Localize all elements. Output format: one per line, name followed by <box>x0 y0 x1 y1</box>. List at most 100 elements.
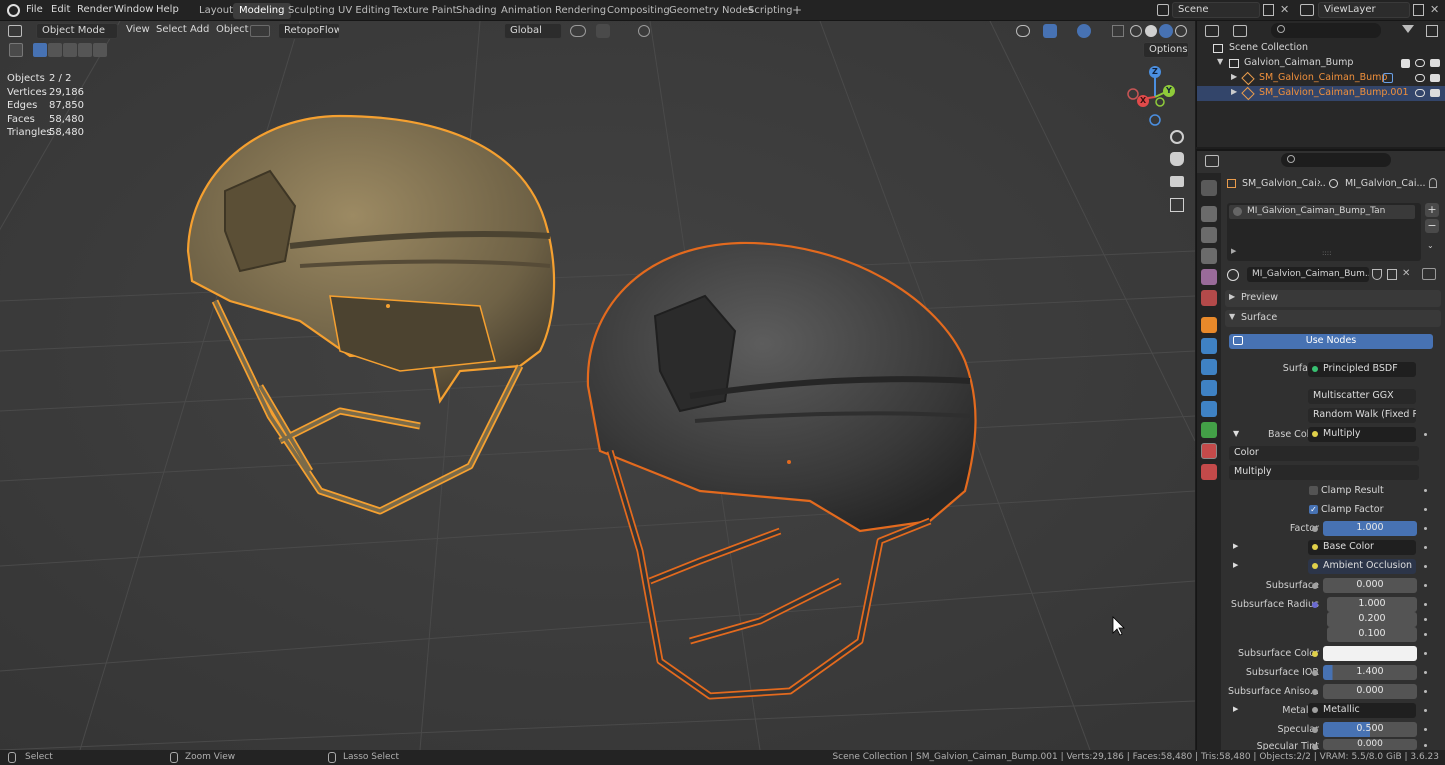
a-input-field[interactable]: Base Color <box>1308 540 1416 555</box>
unlink-material-icon[interactable]: ✕ <box>1402 268 1410 279</box>
pin-icon[interactable] <box>1429 178 1437 188</box>
new-view-layer-icon[interactable] <box>1413 4 1424 16</box>
properties-search-input[interactable] <box>1281 153 1391 167</box>
surface-shader-field[interactable]: Principled BSDF <box>1308 362 1416 377</box>
expand-arrow-icon[interactable]: ▼ <box>1217 57 1223 66</box>
select-mode-intersect-icon[interactable] <box>93 43 107 57</box>
subsurface-radius-x[interactable]: 1.000 <box>1327 597 1417 612</box>
specular-slider[interactable]: 0.500 <box>1323 722 1417 737</box>
keyframe-dot[interactable] <box>1424 728 1427 731</box>
snap-icon[interactable] <box>570 25 586 37</box>
solid-shading-icon[interactable] <box>1145 25 1157 37</box>
material-name-field[interactable]: MI_Galvion_Caiman_Bum... <box>1247 267 1369 282</box>
list-expand-icon[interactable]: ▶ <box>1231 247 1236 255</box>
wireframe-shading-icon[interactable] <box>1130 25 1142 37</box>
color-mode-dropdown[interactable]: Color <box>1229 446 1419 461</box>
base-color-field[interactable]: Multiply <box>1308 427 1416 442</box>
constraints-tab-icon[interactable] <box>1201 401 1217 417</box>
keyframe-dot[interactable] <box>1424 633 1427 636</box>
transform-pivot-icon[interactable] <box>250 25 270 37</box>
add-slot-button[interactable]: + <box>1425 203 1439 217</box>
proportional-edit-icon[interactable] <box>638 25 650 37</box>
modifier-wrench-icon[interactable] <box>1383 73 1393 83</box>
subsurface-color-swatch[interactable] <box>1323 646 1417 661</box>
subsurface-method-dropdown[interactable]: Random Walk (Fixed R... <box>1308 408 1416 423</box>
menu-add[interactable]: Add <box>185 23 214 39</box>
modifier-wrench-tab-icon[interactable] <box>1201 338 1217 354</box>
factor-slider[interactable]: 1.000 <box>1323 521 1417 536</box>
subsurface-aniso-slider[interactable]: 0.000 <box>1323 684 1417 699</box>
visibility-icon[interactable] <box>1016 25 1030 37</box>
output-tab-icon[interactable] <box>1201 227 1217 243</box>
remove-scene-icon[interactable]: ✕ <box>1280 4 1291 16</box>
view-layer-selector[interactable]: ViewLayer <box>1318 2 1410 18</box>
use-nodes-button[interactable]: Use Nodes <box>1229 334 1433 349</box>
slot-specials-icon[interactable]: ⌄ <box>1427 241 1434 250</box>
menu-edit[interactable]: Edit <box>51 4 70 15</box>
subsurface-slider[interactable]: 0.000 <box>1323 578 1417 593</box>
properties-editor-icon[interactable] <box>1205 155 1219 167</box>
tool-select-box-icon[interactable] <box>9 43 23 57</box>
outliner-search-input[interactable] <box>1271 23 1381 38</box>
camera-icon[interactable] <box>1430 74 1440 82</box>
overlays-icon[interactable] <box>1077 24 1091 38</box>
camera-icon[interactable] <box>1430 89 1440 97</box>
options-dropdown[interactable]: Options <box>1143 42 1189 58</box>
scene-selector[interactable]: Scene <box>1172 2 1260 18</box>
blend-mode-dropdown[interactable]: Multiply <box>1229 465 1419 480</box>
select-mode-extend-icon[interactable] <box>48 43 62 57</box>
fake-user-shield-icon[interactable] <box>1372 269 1382 280</box>
keyframe-dot[interactable] <box>1424 546 1427 549</box>
outliner-row-scene-collection[interactable]: Scene Collection <box>1197 41 1445 56</box>
subsurface-radius-z[interactable]: 0.100 <box>1327 627 1417 642</box>
object-tab-icon[interactable] <box>1201 317 1217 333</box>
expand-arrow-icon[interactable]: ▶ <box>1231 87 1237 96</box>
material-browse-icon[interactable] <box>1227 269 1239 281</box>
gizmo-y-label[interactable]: Y <box>1166 86 1172 95</box>
gizmo-z-label[interactable]: Z <box>1152 67 1158 76</box>
world-tab-icon[interactable] <box>1201 290 1217 306</box>
expand-arrow-icon[interactable]: ▶ <box>1231 72 1237 81</box>
magnet-icon[interactable] <box>596 24 610 38</box>
outliner-row-object[interactable]: ▶ SM_Galvion_Caiman_Bump <box>1197 71 1445 86</box>
keyframe-dot[interactable] <box>1424 489 1427 492</box>
keyframe-dot[interactable] <box>1424 744 1427 747</box>
material-slot-row[interactable]: MI_Galvion_Caiman_Bump_Tan <box>1229 205 1415 219</box>
retopoflow-dropdown[interactable]: RetopoFlow <box>278 23 340 39</box>
render-tab-icon[interactable] <box>1201 206 1217 222</box>
material-slot-list[interactable]: MI_Galvion_Caiman_Bump_Tan ▶ :::: <box>1227 203 1421 261</box>
eye-icon[interactable] <box>1415 89 1425 97</box>
clamp-result-checkbox[interactable] <box>1309 486 1318 495</box>
material-tab-icon[interactable] <box>1201 443 1217 459</box>
menu-view[interactable]: View <box>121 23 155 39</box>
rendered-shading-icon[interactable] <box>1175 25 1187 37</box>
perspective-toggle-icon[interactable] <box>1170 198 1184 212</box>
menu-help[interactable]: Help <box>156 4 179 15</box>
keyframe-dot[interactable] <box>1424 709 1427 712</box>
menu-window[interactable]: Window <box>114 4 153 15</box>
new-scene-icon[interactable] <box>1263 4 1274 16</box>
keyframe-dot[interactable] <box>1424 671 1427 674</box>
clamp-factor-checkbox[interactable]: ✓ <box>1309 505 1318 514</box>
filter-icon[interactable] <box>1402 25 1414 37</box>
keyframe-dot[interactable] <box>1424 433 1427 436</box>
keyframe-dot[interactable] <box>1424 690 1427 693</box>
menu-file[interactable]: File <box>26 4 43 15</box>
preview-panel-header[interactable]: ▶ Preview <box>1225 290 1441 307</box>
select-mode-invert-icon[interactable] <box>78 43 92 57</box>
material-link-icon[interactable] <box>1422 268 1436 280</box>
remove-slot-button[interactable]: − <box>1425 219 1439 233</box>
add-workspace-button[interactable]: + <box>786 1 808 17</box>
gizmo-x-label[interactable]: X <box>1140 96 1146 105</box>
eye-icon[interactable] <box>1415 74 1425 82</box>
particles-tab-icon[interactable] <box>1201 359 1217 375</box>
keyframe-dot[interactable] <box>1424 565 1427 568</box>
exclude-checkbox-icon[interactable] <box>1401 59 1410 68</box>
subsurface-radius-y[interactable]: 0.200 <box>1327 612 1417 627</box>
material-shading-icon[interactable] <box>1159 24 1173 38</box>
keyframe-dot[interactable] <box>1424 603 1427 606</box>
display-mode-icon[interactable] <box>1233 25 1247 37</box>
keyframe-dot[interactable] <box>1424 618 1427 621</box>
new-collection-icon[interactable] <box>1426 25 1438 37</box>
view-layer-tab-icon[interactable] <box>1201 248 1217 264</box>
